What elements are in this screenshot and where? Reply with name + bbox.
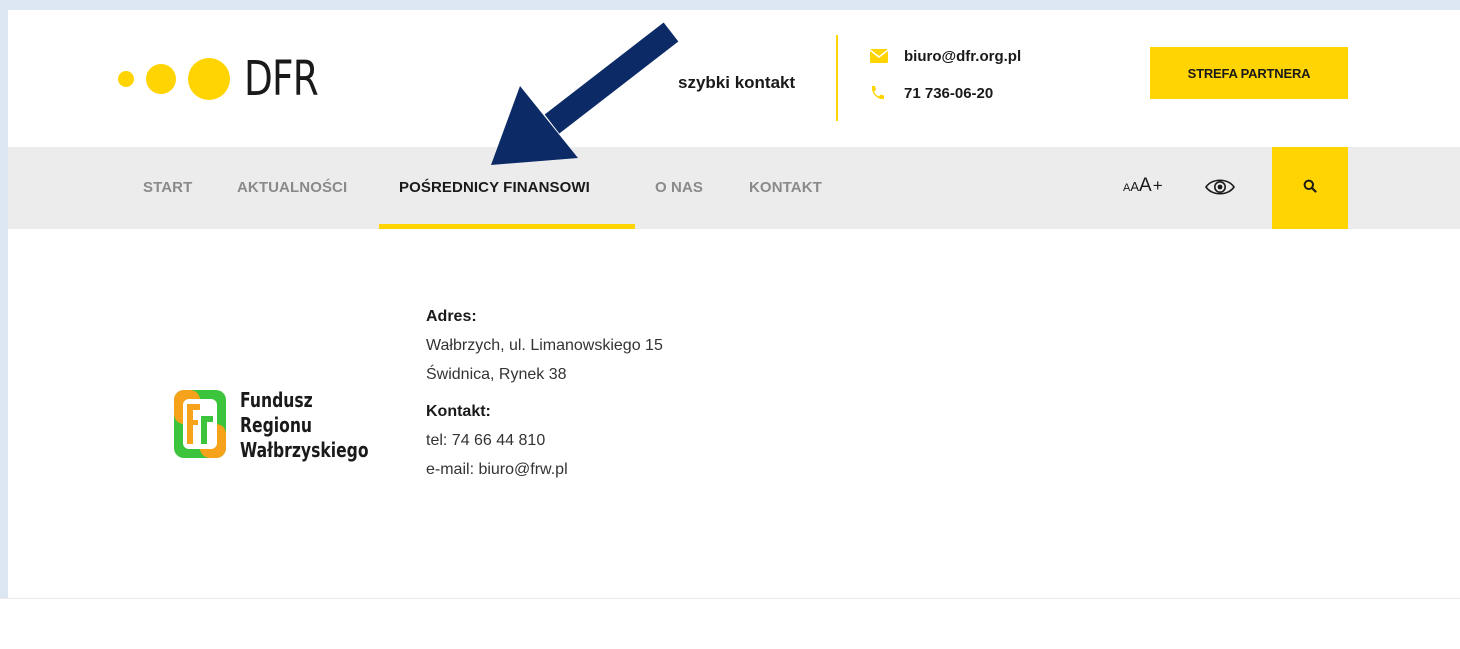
active-nav-indicator [379, 224, 635, 229]
footer-area [0, 598, 1460, 649]
partner-tel: tel: 74 66 44 810 [426, 432, 546, 449]
font-size-plus[interactable]: + [1153, 176, 1163, 196]
font-size-large[interactable]: A [1139, 175, 1152, 197]
search-icon [1303, 179, 1317, 198]
quick-contact-label: szybki kontakt [678, 73, 796, 92]
main-nav: START AKTUALNOŚCI POŚREDNICY FINANSOWI O… [8, 147, 1460, 229]
search-button[interactable] [1272, 147, 1348, 229]
contact-heading: Kontakt: [426, 403, 491, 420]
frw-logo-line: Regionu [240, 413, 313, 437]
partner-email[interactable]: e-mail: biuro@frw.pl [426, 455, 663, 484]
address-line: Świdnica, Rynek 38 [426, 366, 567, 383]
nav-item-start[interactable]: START [143, 179, 192, 196]
frw-logo-mark [174, 390, 226, 458]
eye-icon[interactable] [1204, 177, 1236, 197]
nav-item-financial-intermediaries[interactable]: POŚREDNICY FINANSOWI [399, 179, 590, 196]
partner-info: Adres: Wałbrzych, ul. Limanowskiego 15 Ś… [426, 302, 663, 484]
nav-item-contact[interactable]: KONTAKT [749, 179, 822, 196]
font-size-control[interactable]: A A A + [1123, 175, 1163, 197]
dfr-logo[interactable]: DFR [118, 48, 339, 110]
frw-logo-line: Wałbrzyskiego [240, 438, 369, 462]
frw-logo-line: Fundusz [240, 388, 313, 412]
address-line: Wałbrzych, ul. Limanowskiego 15 [426, 337, 663, 354]
nav-item-about[interactable]: O NAS [655, 179, 703, 196]
header-phone-text: 71 736-06-20 [904, 84, 994, 102]
partner-zone-button[interactable]: STREFA PARTNERA [1150, 47, 1348, 99]
logo-dot-large [188, 58, 230, 100]
frw-logo: Fundusz Regionu Wałbrzyskiego [174, 384, 405, 464]
phone-icon [870, 84, 890, 102]
logo-dot-medium [146, 64, 176, 94]
page-frame: DFR szybki kontakt biuro@dfr.org.pl 71 7… [8, 10, 1460, 648]
frw-logo-text: Fundusz Regionu Wałbrzyskiego [240, 388, 369, 463]
font-size-small[interactable]: A [1123, 182, 1130, 194]
header-divider [836, 35, 838, 121]
header-email-text: biuro@dfr.org.pl [904, 47, 1022, 65]
address-heading: Adres: [426, 308, 477, 325]
header-email[interactable]: biuro@dfr.org.pl [870, 47, 1021, 65]
logo-text: DFR [244, 51, 319, 107]
envelope-icon [870, 47, 890, 65]
nav-item-news[interactable]: AKTUALNOŚCI [237, 179, 347, 196]
font-size-medium[interactable]: A [1130, 179, 1139, 194]
logo-dot-small [118, 71, 134, 87]
header-phone[interactable]: 71 736-06-20 [870, 84, 993, 102]
